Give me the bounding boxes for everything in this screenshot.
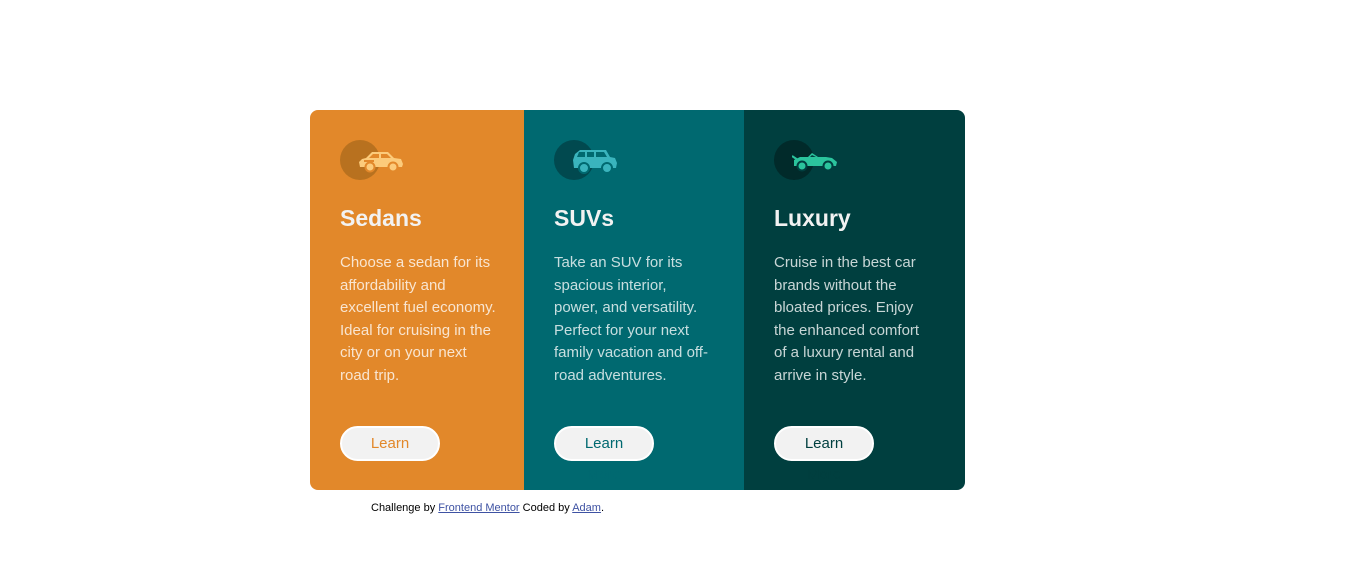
card-title: Luxury (774, 205, 851, 231)
sedan-car-icon (340, 140, 410, 180)
car-cards-container: Sedans Choose a sedan for its affordabil… (310, 110, 965, 490)
card-title: SUVs (554, 205, 615, 231)
sedans-card: Sedans Choose a sedan for its affordabil… (310, 110, 524, 490)
learn-more-button[interactable]: Learn More (774, 426, 874, 483)
card-description: Cruise in the best car brands without th… (774, 254, 920, 384)
author-link[interactable]: Adam (572, 502, 601, 514)
learn-more-button[interactable]: Learn More (340, 426, 440, 483)
luxury-card: Luxury Cruise in the best car brands wit… (744, 110, 965, 490)
frontend-mentor-link[interactable]: Frontend Mentor (438, 502, 519, 514)
attribution-prefix: Challenge by (371, 502, 436, 514)
learn-more-button[interactable]: Learn More (554, 426, 654, 483)
card-description: Take an SUV for its spacious interior, p… (554, 254, 708, 384)
suv-car-icon (554, 140, 624, 180)
attribution: Challenge by Frontend Mentor Coded by Ad… (371, 502, 604, 514)
card-description: Choose a sedan for its affordability and… (340, 254, 496, 384)
attribution-suffix: . (600, 502, 605, 514)
suvs-card: SUVs Take an SUV for its spacious interi… (524, 110, 744, 490)
attribution-middle: Coded by (522, 502, 570, 514)
luxury-car-icon (774, 140, 844, 180)
card-title: Sedans (340, 205, 422, 231)
